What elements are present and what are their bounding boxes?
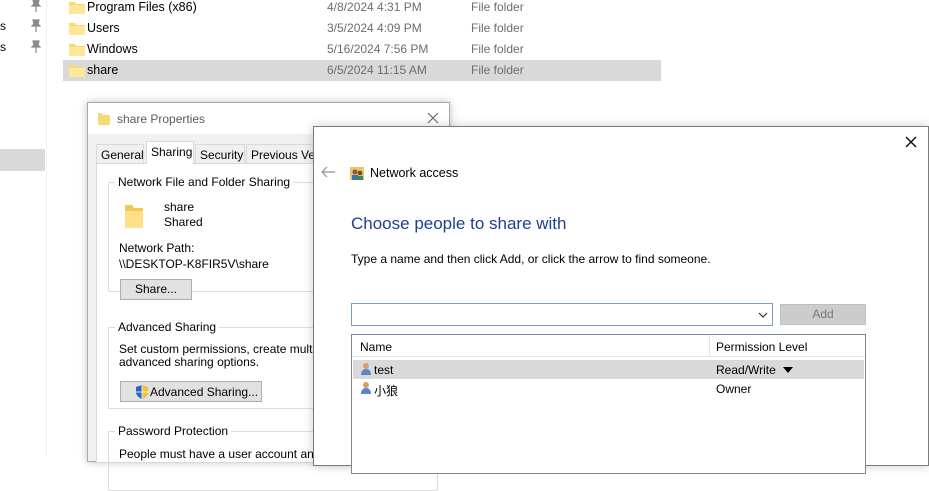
- file-date: 3/5/2024 4:09 PM: [327, 21, 422, 35]
- share-button[interactable]: Share...: [120, 279, 192, 300]
- nav-item-selected[interactable]: [0, 149, 45, 171]
- user-name: 小狼: [374, 384, 399, 398]
- instruction-text: Type a name and then click Add, or click…: [351, 252, 711, 266]
- column-header-permission[interactable]: Permission Level: [716, 340, 807, 354]
- nav-item-label: s: [0, 40, 6, 54]
- file-name: share: [87, 63, 119, 77]
- list-row-selected[interactable]: test Read/Write: [353, 360, 864, 379]
- pin-icon: [30, 19, 42, 32]
- tab-sharing[interactable]: Sharing: [146, 141, 194, 164]
- column-header-name[interactable]: Name: [360, 340, 392, 354]
- pin-icon: [30, 0, 42, 12]
- folder-icon: [69, 23, 85, 35]
- file-type: File folder: [471, 21, 524, 35]
- folder-icon: [69, 65, 85, 77]
- shield-icon: [136, 385, 148, 399]
- permission-dropdown-arrow[interactable]: [783, 367, 793, 373]
- network-path-value: \\DESKTOP-K8FIR5V\share: [119, 257, 269, 271]
- network-users-icon: [350, 167, 364, 180]
- nav-item-label: s: [0, 19, 6, 33]
- advanced-sharing-button-label: Advanced Sharing...: [150, 385, 259, 399]
- dialog-title: Network access: [370, 166, 459, 180]
- add-button[interactable]: Add: [780, 304, 866, 325]
- navigation-pane: s s: [0, 0, 47, 455]
- chevron-down-icon[interactable]: [758, 310, 768, 320]
- file-name: Windows: [87, 42, 138, 56]
- file-name: Users: [87, 21, 120, 35]
- nav-item[interactable]: s: [0, 16, 47, 37]
- file-row-selected[interactable]: share 6/5/2024 11:15 AM File folder: [63, 60, 661, 81]
- folder-icon: [98, 113, 110, 125]
- user-name-combobox[interactable]: [351, 303, 773, 326]
- page-heading: Choose people to share with: [351, 214, 567, 233]
- user-name: test: [374, 363, 394, 377]
- file-row[interactable]: Windows 5/16/2024 7:56 PM File folder: [63, 39, 661, 60]
- advanced-sharing-button[interactable]: Advanced Sharing...: [120, 381, 262, 402]
- network-access-dialog: Network access Choose people to share wi…: [313, 126, 929, 474]
- nav-item[interactable]: [0, 0, 47, 17]
- file-type: File folder: [471, 0, 524, 14]
- list-row[interactable]: 小狼 Owner: [353, 379, 864, 398]
- file-row[interactable]: Program Files (x86) 4/8/2024 4:31 PM Fil…: [63, 0, 661, 18]
- close-icon[interactable]: [903, 134, 919, 150]
- user-permission-list: Name Permission Level test Read/Write 小狼…: [351, 334, 866, 474]
- group-legend: Network File and Folder Sharing: [115, 175, 294, 189]
- user-icon: [361, 363, 371, 375]
- folder-icon: [69, 2, 85, 14]
- tab-general[interactable]: General: [96, 144, 144, 164]
- back-arrow-icon[interactable]: [320, 165, 336, 179]
- user-icon: [361, 382, 371, 394]
- share-status: Shared: [164, 215, 203, 229]
- folder-icon: [69, 44, 85, 56]
- tab-security[interactable]: Security: [195, 144, 245, 164]
- permission-level[interactable]: Read/Write: [716, 363, 776, 377]
- group-legend: Advanced Sharing: [115, 320, 220, 334]
- password-description: People must have a user account and pa: [119, 447, 338, 461]
- file-date: 4/8/2024 4:31 PM: [327, 0, 422, 14]
- close-icon[interactable]: [423, 108, 443, 128]
- file-date: 6/5/2024 11:15 AM: [327, 63, 427, 77]
- group-legend: Password Protection: [115, 424, 232, 438]
- nav-item[interactable]: s: [0, 37, 47, 58]
- file-row[interactable]: Users 3/5/2024 4:09 PM File folder: [63, 18, 661, 39]
- file-type: File folder: [471, 63, 524, 77]
- network-path-label: Network Path:: [119, 241, 195, 255]
- permission-level: Owner: [716, 382, 752, 396]
- shared-folder-name: share: [164, 200, 195, 214]
- file-type: File folder: [471, 42, 524, 56]
- properties-title: share Properties: [117, 112, 206, 126]
- list-header: Name Permission Level: [352, 335, 865, 357]
- pin-icon: [30, 40, 42, 53]
- file-name: Program Files (x86): [87, 0, 197, 14]
- folder-icon: [125, 205, 143, 228]
- advanced-description-2: advanced sharing options.: [119, 355, 260, 369]
- file-date: 5/16/2024 7:56 PM: [327, 42, 429, 56]
- column-divider[interactable]: [709, 335, 710, 357]
